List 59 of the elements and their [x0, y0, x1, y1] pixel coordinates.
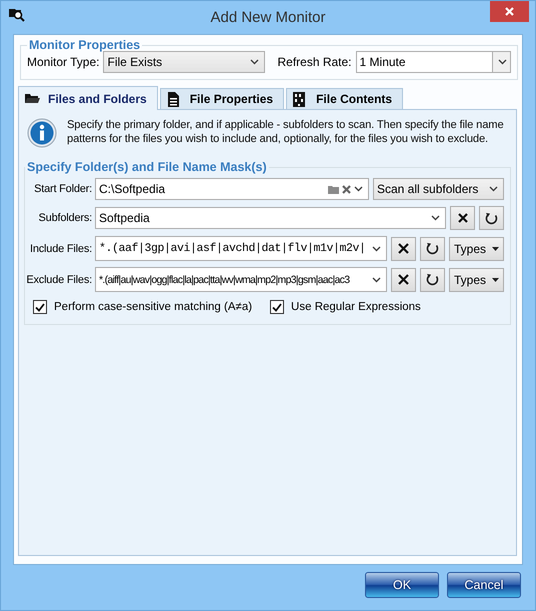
chevron-icon	[354, 186, 363, 192]
checkbox[interactable]	[33, 300, 47, 314]
tab[interactable]: Files and Folders	[18, 86, 158, 110]
close-icon	[398, 243, 409, 254]
field-label: Subfolders:	[38, 212, 92, 224]
subfolders-field[interactable]: Softpedia	[95, 207, 446, 229]
document-icon	[166, 92, 182, 106]
chevron-icon	[489, 186, 498, 192]
chevron-icon	[250, 59, 260, 65]
group-title: Monitor Properties	[28, 38, 142, 52]
info-text: Specify the primary folder, and if applicable - subfolders to scan. Then specify the file name patterns for the files you wish to include and, optionally, for the files you wish to exclude.	[67, 118, 505, 146]
magnifier-icon	[9, 7, 25, 22]
group-title: Specify Folder(s) and File Name Mask(s)	[26, 160, 268, 174]
field-label: Start Folder:	[33, 183, 92, 195]
field-label: Monitor Type:	[27, 55, 100, 69]
types-button[interactable]: Types	[448, 268, 504, 292]
pattern-field[interactable]: *.(aiff|au|wav|ogg|flac|la|pac|tta|wv|wma|mp2|mp3|gsm|aac|ac3	[95, 267, 387, 292]
refresh-button[interactable]	[479, 206, 504, 230]
info-icon	[27, 118, 57, 148]
field-label: Include Files:	[28, 242, 92, 254]
monitor-type-dropdown[interactable]: File Exists	[103, 51, 266, 73]
refresh-button[interactable]	[420, 268, 445, 292]
close-icon	[458, 213, 468, 223]
chevron-icon	[498, 59, 506, 65]
clear-button[interactable]	[450, 206, 475, 230]
tab[interactable]: File Contents	[286, 88, 404, 109]
clear-button[interactable]	[390, 236, 416, 260]
close-icon	[398, 274, 409, 285]
folder-icon	[24, 91, 40, 106]
pattern-field[interactable]: *.(aaf|3gp|avi|asf|avchd|dat|flv|m1v|m2v|	[95, 236, 387, 261]
chevron-icon	[431, 215, 440, 221]
refresh-icon	[426, 273, 439, 286]
refresh-icon	[426, 242, 439, 255]
types-button[interactable]: Types	[448, 236, 504, 260]
refresh-icon	[485, 212, 498, 224]
check-icon	[35, 302, 45, 312]
window-title: Add New Monitor	[209, 9, 327, 26]
dialog-button[interactable]: OK	[365, 572, 439, 598]
caret-icon	[492, 278, 499, 282]
caret-icon	[492, 246, 499, 250]
refresh-rate-dropdown[interactable]: 1 Minute	[356, 51, 511, 73]
clear-button[interactable]	[390, 268, 416, 292]
folder-field[interactable]: C:\Softpedia	[95, 178, 369, 200]
field-label: Refresh Rate:	[277, 55, 352, 69]
chevron-icon	[372, 276, 381, 282]
field-label: Exclude Files:	[25, 274, 92, 286]
close-button[interactable]	[490, 1, 529, 22]
checkbox-label: Use Regular Expressions	[291, 301, 421, 313]
folder-icon	[328, 184, 339, 194]
chevron-icon	[372, 246, 381, 252]
checkbox-label: Perform case-sensitive matching (A≠a)	[54, 301, 252, 313]
scan-mode-dropdown[interactable]: Scan all subfolders	[373, 178, 504, 200]
close-icon	[505, 7, 514, 16]
check-icon	[272, 302, 282, 312]
tab[interactable]: File Properties	[160, 88, 284, 109]
dialog-button[interactable]: Cancel	[447, 572, 521, 598]
refresh-button[interactable]	[420, 236, 445, 260]
checkbox[interactable]	[270, 300, 284, 314]
close-icon	[342, 184, 351, 194]
